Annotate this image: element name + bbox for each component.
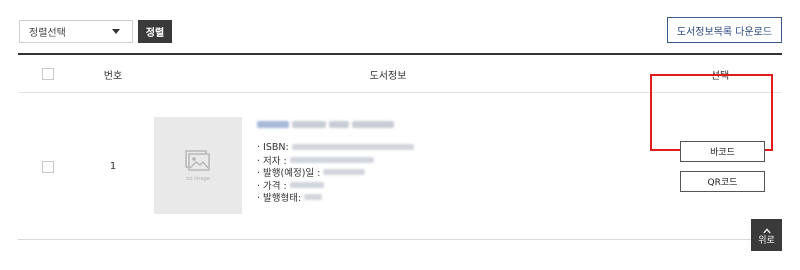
field-format-label: · 발행형태: xyxy=(257,193,302,204)
header-info: 도서정보 xyxy=(369,70,407,82)
row-check-cell xyxy=(18,93,78,240)
qrcode-button[interactable]: QR코드 xyxy=(680,171,765,192)
field-isbn-value-redacted xyxy=(291,144,414,150)
sort-button[interactable]: 정렬 xyxy=(138,20,172,43)
no-image-text: no image xyxy=(186,175,210,182)
scroll-top-label: 위로 xyxy=(758,236,775,246)
header-check-cell xyxy=(18,55,78,93)
header-number: 번호 xyxy=(103,70,123,82)
field-price-value-redacted xyxy=(289,181,324,188)
book-thumbnail: no image xyxy=(154,117,242,214)
sort-select[interactable]: 정렬선택 xyxy=(19,20,133,43)
download-list-button[interactable]: 도서정보목록 다운로드 xyxy=(667,17,782,43)
field-author-value-redacted xyxy=(289,156,374,163)
caret-down-icon xyxy=(112,29,120,34)
toolbar: 정렬선택 정렬 도서정보목록 다운로드 xyxy=(0,0,800,48)
field-author: · 저자 : xyxy=(257,154,597,167)
sort-select-value: 정렬선택 xyxy=(29,28,66,39)
chevron-up-icon xyxy=(762,228,771,234)
field-isbn: · ISBN: xyxy=(257,141,597,153)
row-checkbox[interactable] xyxy=(42,160,54,173)
field-pubdate-value-redacted xyxy=(323,169,366,175)
row-number: 1 xyxy=(109,161,117,172)
field-pubdate: · 발행(예정)일 : xyxy=(257,166,597,179)
field-format-value-redacted xyxy=(304,194,323,200)
select-all-checkbox[interactable] xyxy=(42,68,54,80)
book-title-redacted xyxy=(257,117,597,131)
image-placeholder-icon xyxy=(185,149,210,171)
book-info: · ISBN: · 저자 : · 발행(예정)일 : · 가격 : · 발행형태… xyxy=(257,117,597,204)
field-isbn-label: · ISBN: xyxy=(257,141,289,153)
action-highlight-box xyxy=(650,74,773,151)
field-price: · 가격 : xyxy=(257,179,597,192)
field-format: · 발행형태: xyxy=(257,191,597,204)
row-number-cell: 1 xyxy=(78,93,148,240)
barcode-button[interactable]: 바코드 xyxy=(680,141,765,162)
scroll-top-button[interactable]: 위로 xyxy=(751,219,782,251)
